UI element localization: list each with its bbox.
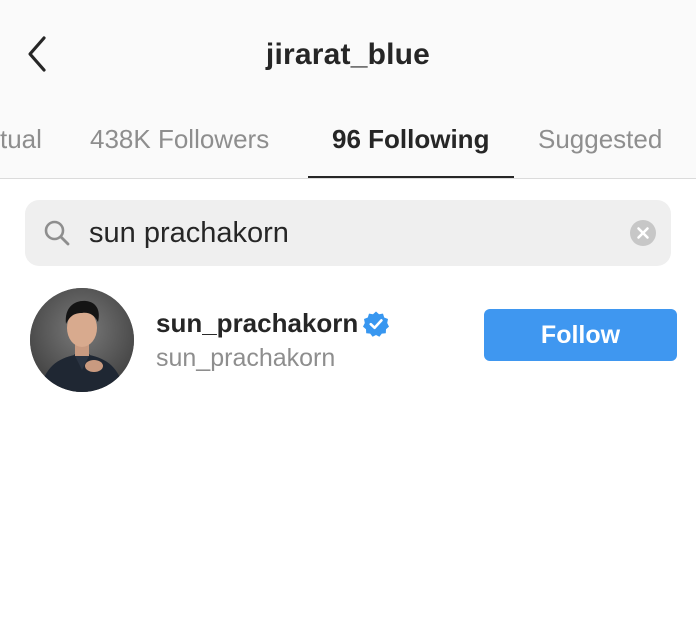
- page-title: jirarat_blue: [265, 38, 431, 71]
- tab-following[interactable]: 96 Following: [332, 110, 489, 178]
- clear-icon: [637, 227, 649, 239]
- profile-photo: [30, 288, 134, 392]
- verified-badge-icon: [363, 311, 389, 337]
- list-item[interactable]: sun_prachakorn sun_prachakorn Follow: [0, 282, 696, 398]
- username[interactable]: sun_prachakorn: [156, 308, 358, 339]
- tab-followers[interactable]: 438K Followers: [90, 110, 269, 178]
- tab-mutual[interactable]: tual: [0, 110, 42, 178]
- follow-button[interactable]: Follow: [484, 309, 677, 361]
- tab-bar: tual 438K Followers 96 Following Suggest…: [0, 110, 696, 179]
- tab-suggested[interactable]: Suggested: [538, 110, 662, 178]
- screen: jirarat_blue tual 438K Followers 96 Foll…: [0, 0, 696, 622]
- header: jirarat_blue: [0, 0, 696, 110]
- clear-search-button[interactable]: [630, 220, 656, 246]
- active-tab-indicator: [308, 176, 514, 178]
- avatar[interactable]: [30, 288, 134, 392]
- search-bar: [25, 200, 671, 266]
- search-input[interactable]: [89, 208, 619, 258]
- search-icon: [44, 220, 70, 246]
- full-name: sun_prachakorn: [156, 344, 336, 372]
